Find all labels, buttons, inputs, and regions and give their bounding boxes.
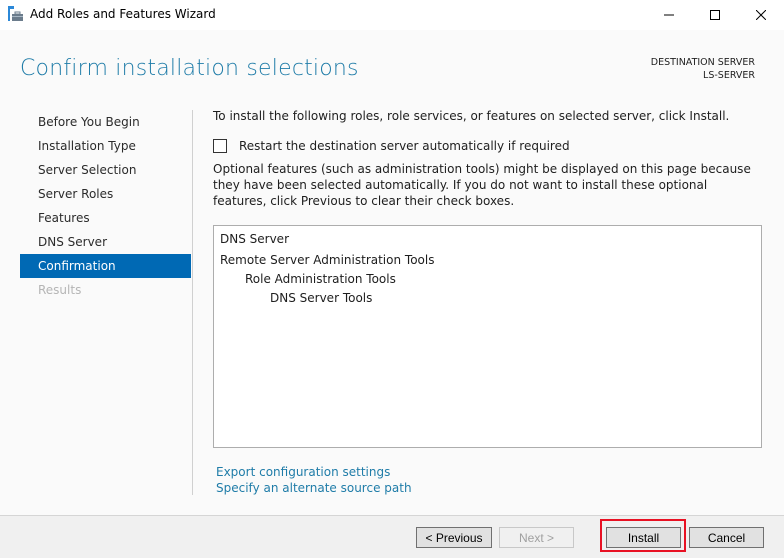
restart-checkbox[interactable] <box>213 139 227 153</box>
intro-text: To install the following roles, role ser… <box>213 109 730 123</box>
nav-item-before-you-begin[interactable]: Before You Begin <box>20 110 191 134</box>
next-button: Next > <box>499 527 574 548</box>
restart-option[interactable]: Restart the destination server automatic… <box>213 139 570 153</box>
window-title: Add Roles and Features Wizard <box>30 7 216 21</box>
minimize-button[interactable] <box>646 0 692 30</box>
server-manager-icon <box>8 6 24 22</box>
nav-item-server-selection[interactable]: Server Selection <box>20 158 191 182</box>
title-bar: Add Roles and Features Wizard <box>0 0 784 30</box>
close-button[interactable] <box>738 0 784 30</box>
close-icon <box>756 10 766 20</box>
install-button[interactable]: Install <box>606 527 681 548</box>
minimize-icon <box>664 14 674 16</box>
list-item: Role Administration Tools <box>245 272 396 286</box>
nav-item-confirmation[interactable]: Confirmation <box>20 254 191 278</box>
destination-server-name: LS-SERVER <box>703 70 755 81</box>
links-section: Export configuration settings Specify an… <box>216 464 412 496</box>
destination-server-info: DESTINATION SERVER LS-SERVER <box>651 56 755 82</box>
nav-item-features[interactable]: Features <box>20 206 191 230</box>
nav-item-results: Results <box>38 283 82 297</box>
maximize-icon <box>710 10 720 20</box>
alternate-source-path-link[interactable]: Specify an alternate source path <box>216 480 412 496</box>
page-title: Confirm installation selections <box>20 56 359 81</box>
selections-list: DNS Server Remote Server Administration … <box>213 225 762 448</box>
list-item: DNS Server Tools <box>270 291 373 305</box>
nav-item-installation-type[interactable]: Installation Type <box>20 134 191 158</box>
restart-label: Restart the destination server automatic… <box>239 139 570 153</box>
list-item: DNS Server <box>220 232 289 246</box>
nav-item-server-roles[interactable]: Server Roles <box>20 182 191 206</box>
wizard-nav: Before You Begin Installation Type Serve… <box>20 110 191 302</box>
export-configuration-link[interactable]: Export configuration settings <box>216 464 412 480</box>
maximize-button[interactable] <box>692 0 738 30</box>
previous-button[interactable]: < Previous <box>416 527 492 548</box>
optional-features-note: Optional features (such as administratio… <box>213 162 751 208</box>
nav-item-dns-server[interactable]: DNS Server <box>20 230 191 254</box>
cancel-button[interactable]: Cancel <box>689 527 764 548</box>
destination-label: DESTINATION SERVER <box>650 57 755 68</box>
list-item: Remote Server Administration Tools <box>220 253 435 267</box>
nav-divider <box>192 110 193 495</box>
